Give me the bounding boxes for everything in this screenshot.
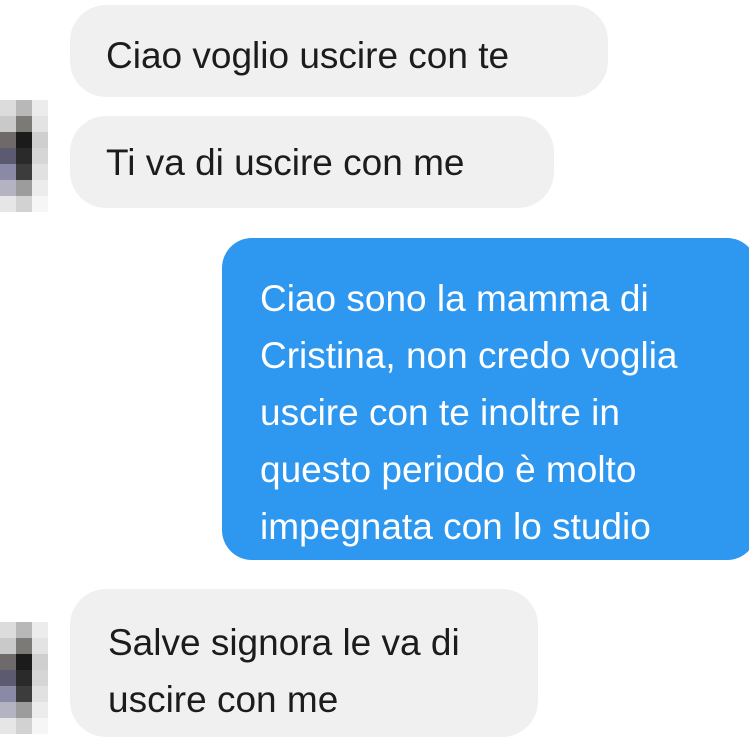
avatar-pixel: [0, 164, 16, 180]
avatar-pixel: [32, 638, 48, 654]
avatar-pixel: [0, 638, 16, 654]
avatar-pixel: [16, 132, 32, 148]
avatar-pixel: [16, 686, 32, 702]
avatar-pixel: [0, 686, 16, 702]
avatar-pixel: [32, 100, 48, 116]
avatar-pixel: [16, 100, 32, 116]
avatar-pixel: [32, 180, 48, 196]
avatar-pixel: [0, 148, 16, 164]
avatar[interactable]: [0, 100, 48, 212]
avatar-pixel: [32, 164, 48, 180]
avatar-pixel: [16, 164, 32, 180]
avatar-pixel: [0, 702, 16, 718]
incoming-message-bubble[interactable]: Ti va di uscire con me: [70, 116, 554, 208]
avatar-pixel: [16, 116, 32, 132]
avatar-pixel: [0, 718, 16, 734]
avatar[interactable]: [0, 622, 48, 734]
avatar-pixel: [16, 654, 32, 670]
avatar-pixel: [16, 718, 32, 734]
avatar-pixel: [0, 196, 16, 212]
avatar-pixel: [0, 654, 16, 670]
avatar-pixel: [32, 702, 48, 718]
avatar-pixel: [0, 670, 16, 686]
avatar-pixel: [0, 100, 16, 116]
avatar-pixel: [32, 622, 48, 638]
incoming-message-bubble[interactable]: Ciao voglio uscire con te: [70, 5, 608, 97]
outgoing-message-bubble[interactable]: Ciao sono la mamma di Cristina, non cred…: [222, 238, 749, 560]
avatar-pixel: [16, 638, 32, 654]
avatar-pixel: [0, 116, 16, 132]
avatar-pixel: [16, 196, 32, 212]
avatar-pixel: [32, 686, 48, 702]
avatar-pixel: [16, 622, 32, 638]
incoming-message-bubble[interactable]: Salve signora le va di uscire con me: [70, 589, 538, 737]
avatar-pixel: [32, 196, 48, 212]
avatar-pixel: [0, 132, 16, 148]
avatar-pixel: [0, 180, 16, 196]
avatar-pixel: [32, 654, 48, 670]
avatar-pixel: [0, 622, 16, 638]
avatar-pixel: [32, 148, 48, 164]
avatar-pixel: [16, 702, 32, 718]
avatar-pixel: [32, 670, 48, 686]
avatar-pixel: [32, 132, 48, 148]
chat-thread: Ciao voglio uscire con te Ti va di uscir…: [0, 0, 749, 740]
avatar-pixel: [16, 180, 32, 196]
avatar-pixel: [32, 718, 48, 734]
avatar-pixel: [16, 148, 32, 164]
avatar-pixel: [32, 116, 48, 132]
avatar-pixel: [16, 670, 32, 686]
